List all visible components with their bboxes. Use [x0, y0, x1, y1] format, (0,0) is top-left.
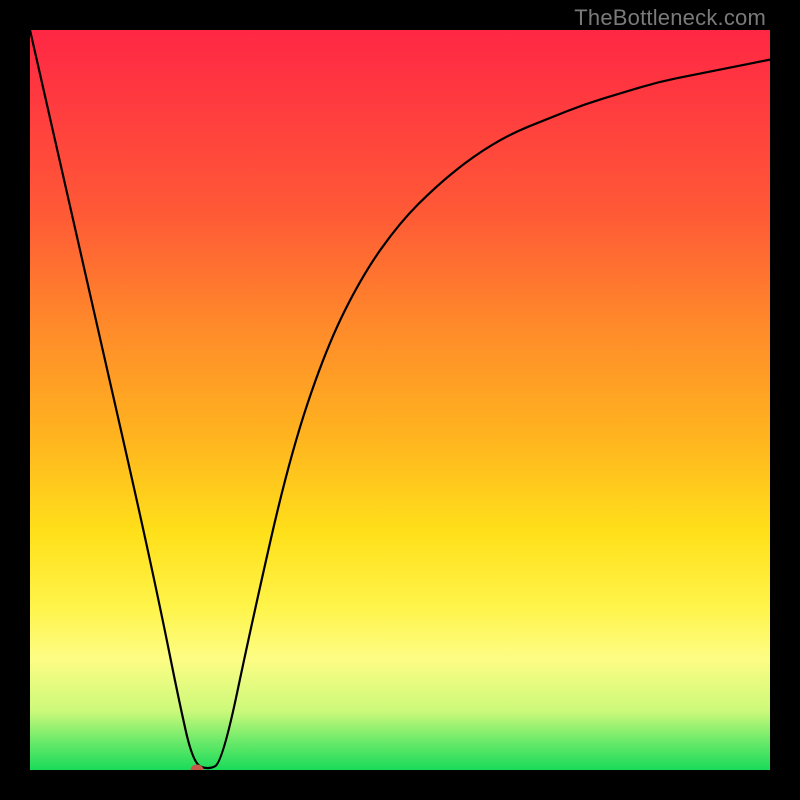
bottleneck-curve	[30, 30, 770, 770]
sweet-spot-marker-icon	[190, 765, 203, 771]
chart-frame: TheBottleneck.com	[0, 0, 800, 800]
watermark-text: TheBottleneck.com	[574, 5, 766, 31]
plot-area	[30, 30, 770, 770]
